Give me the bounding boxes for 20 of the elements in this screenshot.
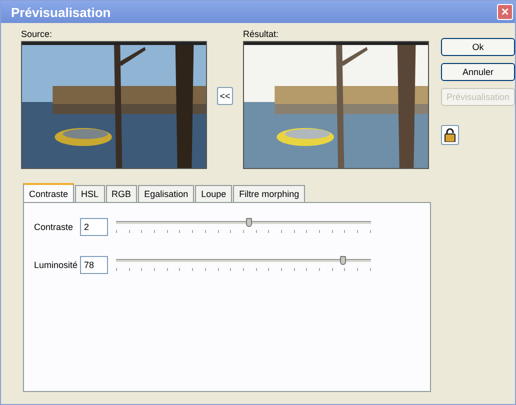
slider-label: Contraste [34,222,74,232]
slider-thumb[interactable] [340,256,346,265]
tab[interactable]: Filtre morphing [233,185,306,202]
slider-label: Luminosité [34,260,79,270]
tab[interactable]: Egalisation [138,185,194,202]
source-label: Source: [21,29,54,41]
padlock-icon [444,128,456,142]
window-title: Prévisualisation [11,4,111,20]
tab[interactable]: HSL [75,185,105,202]
ok-button[interactable]: Ok [441,38,515,56]
tab[interactable]: Contraste [23,183,74,202]
tab[interactable]: RGB [106,185,138,202]
copy-button[interactable]: << [217,87,233,105]
result-label: Résultat: [243,29,280,41]
cancel-button[interactable]: Annuler [441,63,515,81]
value-field[interactable]: 2 [80,218,108,236]
value-field[interactable]: 78 [80,256,108,274]
tab[interactable]: Loupe [195,185,232,202]
lock-button[interactable] [441,125,459,145]
slider-thumb[interactable] [246,218,252,227]
